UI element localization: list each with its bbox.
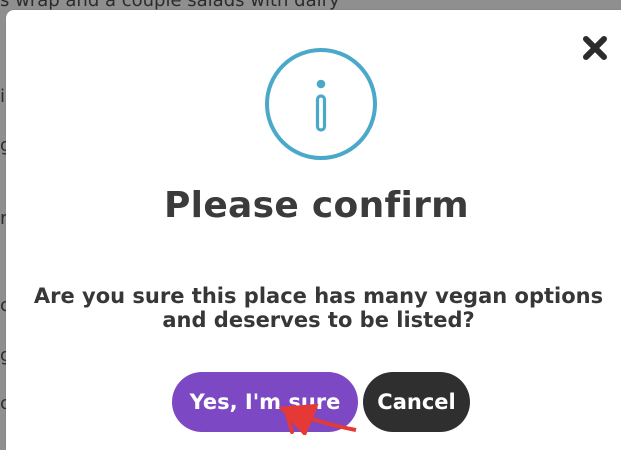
cancel-button[interactable]: Cancel <box>363 372 470 432</box>
yes-im-sure-button[interactable]: Yes, I'm sure <box>172 372 358 432</box>
close-icon <box>583 36 607 60</box>
close-button[interactable] <box>580 33 610 63</box>
dialog-title: Please confirm <box>164 185 469 226</box>
dialog-message: Are you sure this place has many vegan o… <box>33 284 604 332</box>
confirm-dialog: Please confirm Are you sure this place h… <box>6 10 621 450</box>
info-icon <box>264 47 378 161</box>
background-fragment: i <box>0 86 6 107</box>
